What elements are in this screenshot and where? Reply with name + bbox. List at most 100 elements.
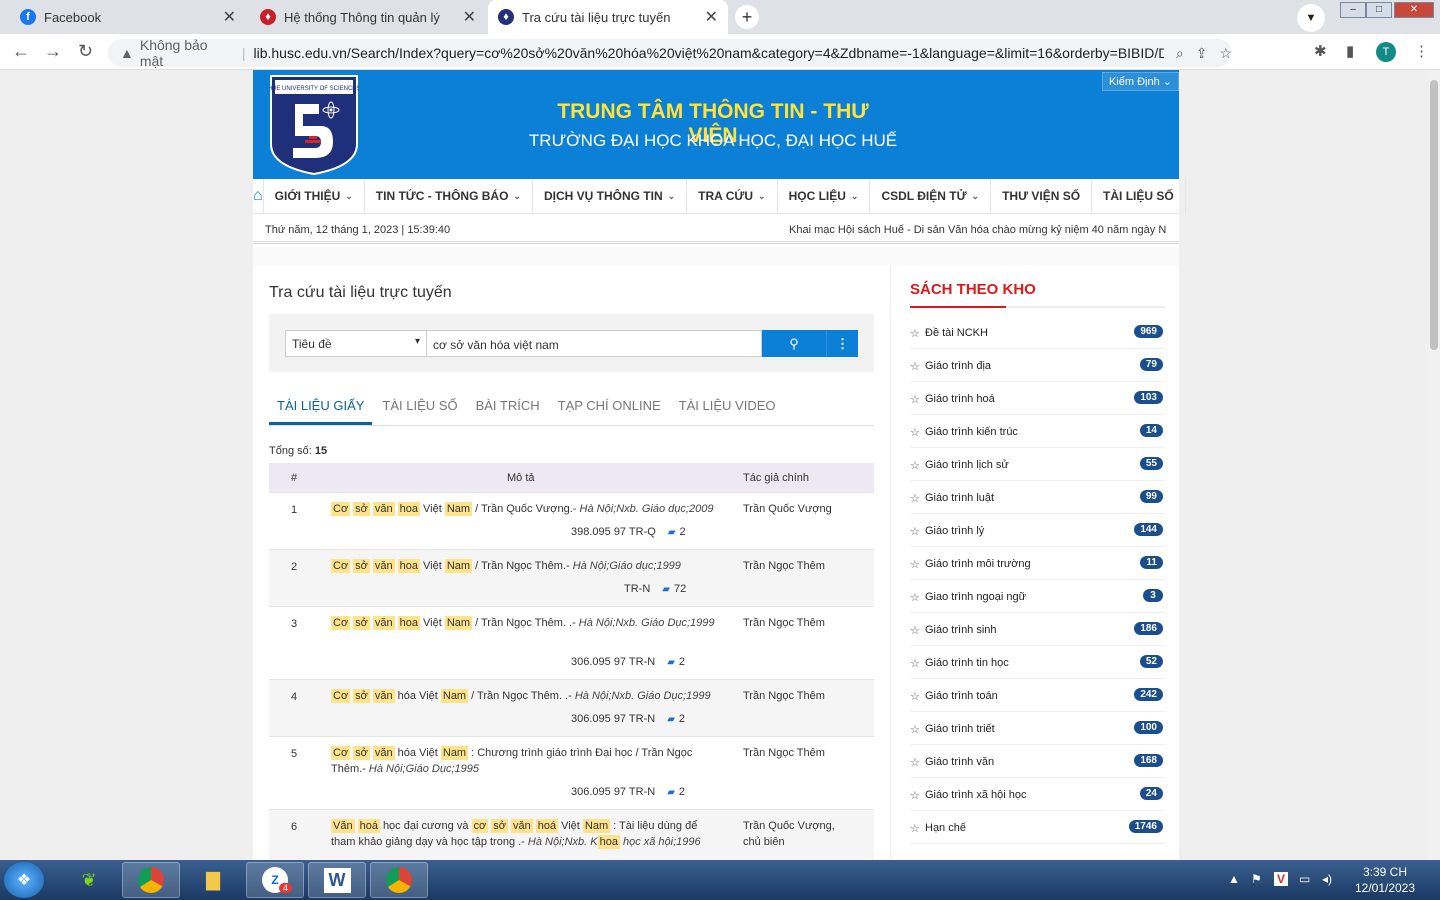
tab-bai-trich[interactable]: BÀI TRÍCH xyxy=(468,389,548,425)
sidebar-item[interactable]: ☆ Giáo trình văn 168 xyxy=(910,745,1165,778)
menu-gioi-thieu[interactable]: GIỚI THIỆU ⌄ xyxy=(262,178,364,214)
back-icon[interactable]: ← xyxy=(12,41,30,62)
bookmark-star-icon[interactable]: ☆ xyxy=(1219,45,1232,62)
row-description[interactable]: Cơ sở văn hóa Việt Nam: Chương trình giáo t… xyxy=(331,745,721,777)
title-text: / Trần Quốc Vượng.- xyxy=(475,503,577,515)
row-description[interactable]: Cơ sở văn hoa Việt Nam / Trần Ngọc Thêm. .- H… xyxy=(331,615,721,631)
flag-icon[interactable]: ⚑ xyxy=(1251,872,1262,886)
close-icon[interactable]: ✕ xyxy=(463,7,476,27)
count-badge: 14 xyxy=(1139,424,1163,437)
advanced-search-button[interactable]: ⋮ xyxy=(826,330,858,357)
table-row[interactable]: 3 Cơ sở văn hoa Việt Nam / Trần Ngọc Thêm. .-… xyxy=(269,606,874,679)
menu-thu-vien-so[interactable]: THƯ VIỆN SỐ xyxy=(990,178,1091,214)
sidebar-item[interactable]: ☆ Đề tài NCKH 969 xyxy=(910,316,1165,349)
leaf-app-icon[interactable]: ❦ xyxy=(60,862,118,898)
table-row[interactable]: 6 Văn hoá học đại cương và cơ sở văn hoá Việt … xyxy=(269,809,874,860)
zoom-icon[interactable]: ⌕ xyxy=(1176,45,1184,62)
sidebar-item[interactable]: ☆ Giao trình ngoại ngữ 3 xyxy=(910,580,1165,613)
title-text: Việt xyxy=(561,820,580,832)
sidebar-item[interactable]: ☆ Giáo trình toán 242 xyxy=(910,679,1165,712)
row-description[interactable]: Văn hoá học đại cương và cơ sở văn hoá Việt Na… xyxy=(331,818,721,850)
sidebar-item[interactable]: ☆ Giáo trình kiến trúc 14 xyxy=(910,415,1165,448)
word-icon[interactable]: W xyxy=(308,862,366,898)
sidebar-item[interactable]: ☆ Giáo trình tin học 52 xyxy=(910,646,1165,679)
sidebar-item[interactable]: ☆ Giáo trình triết 100 xyxy=(910,712,1165,745)
extensions-icon[interactable]: ✱ xyxy=(1314,42,1327,60)
menu-dich-vu[interactable]: DỊCH VỤ THÔNG TIN ⌄ xyxy=(531,178,686,214)
highlight: sở xyxy=(353,746,370,760)
sidebar-item[interactable]: ☆ Giáo trình xã hội học 24 xyxy=(910,778,1165,811)
antivirus-icon[interactable]: V xyxy=(1274,872,1289,886)
tab-tap-chi[interactable]: TẠP CHÍ ONLINE xyxy=(550,389,669,425)
security-label[interactable]: Không bảo mật xyxy=(140,37,234,69)
network-icon[interactable]: ▭ xyxy=(1299,872,1310,886)
menu-csdl[interactable]: CSDL ĐIỆN TỬ ⌄ xyxy=(869,178,990,214)
call-number: 306.095 97 TR-N xyxy=(571,656,656,668)
kiem-dinh-dropdown[interactable]: Kiểm Định ⌄ xyxy=(1101,72,1179,91)
tab-tai-lieu-so[interactable]: TÀI LIỆU SỐ xyxy=(374,389,465,425)
scrollbar-thumb[interactable] xyxy=(1430,80,1438,350)
close-icon[interactable]: ✕ xyxy=(705,7,718,27)
row-description[interactable]: Cơ sở văn hoa Việt Nam / Trần Quốc Vượng.- Hà… xyxy=(331,501,721,517)
sidebar-item[interactable]: ☆ Giáo trình lý 144 xyxy=(910,514,1165,547)
table-row[interactable]: 1 Cơ sở văn hoa Việt Nam / Trần Quốc Vượng.- … xyxy=(269,492,874,549)
tab-video[interactable]: TÀI LIỆU VIDEO xyxy=(671,389,784,425)
system-clock[interactable]: 3:39 CH 12/01/2023 xyxy=(1352,864,1418,896)
search-field-select[interactable]: Tiêu đề ▾ xyxy=(285,330,427,357)
menu-tra-cuu[interactable]: TRA CỨU ⌄ xyxy=(686,178,776,214)
svg-text:HUE UNIVERSITY OF SCIENCES: HUE UNIVERSITY OF SCIENCES xyxy=(269,86,359,92)
table-row[interactable]: 5 Cơ sở văn hóa Việt Nam: Chương trình giáo… xyxy=(269,736,874,809)
search-input[interactable]: cơ sở văn hóa việt nam xyxy=(427,330,762,357)
sidebar-item-label: Hạn chế xyxy=(925,822,966,834)
start-button[interactable]: ❖ xyxy=(4,862,44,898)
menu-hoc-lieu[interactable]: HỌC LIỆU ⌄ xyxy=(776,178,870,214)
sidebar-item[interactable]: ☆ Giáo trình luật 99 xyxy=(910,481,1165,514)
current-date: Thứ năm, 12 tháng 1, 2023 | 15:39:40 xyxy=(265,224,451,236)
close-icon[interactable]: ✕ xyxy=(223,7,236,27)
table-row[interactable]: 2 Cơ sở văn hoa Việt Nam / Trần Ngọc Thêm.- H… xyxy=(269,549,874,606)
sidebar-item-label: Đề tài NCKH xyxy=(925,327,988,339)
forward-icon[interactable]: → xyxy=(44,41,62,62)
minimize-button[interactable]: – xyxy=(1340,2,1366,18)
volume-icon[interactable]: ◂) xyxy=(1322,872,1332,886)
file-explorer-icon[interactable]: ▇ xyxy=(184,862,242,898)
address-bar[interactable]: ▲ Không bảo mật | lib.husc.edu.vn/Search… xyxy=(108,37,1232,69)
url-text[interactable]: lib.husc.edu.vn/Search/Index?query=cơ%20… xyxy=(253,45,1163,61)
row-description[interactable]: Cơ sở văn hóa Việt Nam / Trần Ngọc Thêm. .- … xyxy=(331,688,721,704)
home-icon[interactable]: ⌂ xyxy=(253,187,263,205)
menu-tin-tuc[interactable]: TIN TỨC - THÔNG BÁO ⌄ xyxy=(363,178,532,214)
new-tab-button[interactable]: + xyxy=(735,5,759,29)
sidebar-item[interactable]: ☆ Giáo trình sinh 186 xyxy=(910,613,1165,646)
close-window-button[interactable]: ✕ xyxy=(1394,2,1434,18)
tab-search-dropdown-icon[interactable]: ▼ xyxy=(1297,4,1325,32)
tab-search[interactable]: ♦ Tra cứu tài liệu trực tuyến ✕ xyxy=(488,0,728,34)
sidebar-item[interactable]: ☆ Hạn chế 1746 xyxy=(910,811,1165,844)
chrome-icon[interactable] xyxy=(122,862,180,898)
sidebar-item[interactable]: ☆ Giáo trình hoá 103 xyxy=(910,382,1165,415)
sidebar-item[interactable]: ☆ Giáo trình lịch sử 55 xyxy=(910,448,1165,481)
chrome-profile-icon[interactable] xyxy=(370,862,428,898)
menu-kebab-icon[interactable]: ⋮ xyxy=(1414,42,1429,60)
share-icon[interactable]: ⇪ xyxy=(1196,45,1208,62)
menu-tai-lieu-so[interactable]: TÀI LIỆU SỐ xyxy=(1091,178,1186,214)
table-row[interactable]: 4 Cơ sở văn hóa Việt Nam / Trần Ngọc Thêm. .… xyxy=(269,679,874,736)
sidebar-item[interactable]: ☆ Giáo trình môi trường 11 xyxy=(910,547,1165,580)
side-panel-icon[interactable]: ▮ xyxy=(1346,42,1354,60)
reload-icon[interactable]: ↻ xyxy=(78,41,93,62)
search-button[interactable]: ⚲ xyxy=(762,330,826,357)
call-info: 398.095 97 TR-Q ▰ 2 xyxy=(571,526,686,538)
zalo-icon[interactable]: Z4 xyxy=(246,862,304,898)
tab-management[interactable]: ♦ Hệ thống Thông tin quản lý ✕ xyxy=(250,0,486,34)
row-description[interactable]: Cơ sở văn hoa Việt Nam / Trần Ngọc Thêm.- Hà … xyxy=(331,558,721,574)
maximize-button[interactable]: □ xyxy=(1366,2,1392,18)
count-badge: 969 xyxy=(1134,325,1163,338)
show-hidden-icons[interactable]: ▲ xyxy=(1228,872,1240,886)
tab-tai-lieu-giay[interactable]: TÀI LIỆU GIẤY xyxy=(269,389,373,425)
highlight: Cơ xyxy=(331,502,351,516)
news-marquee[interactable]: Khai mạc Hội sách Huế - Di sản Văn hóa c… xyxy=(789,224,1167,236)
sidebar-item[interactable]: ☆ Giáo trình địa 79 xyxy=(910,349,1165,382)
warning-icon[interactable]: ▲ xyxy=(120,45,134,61)
profile-avatar[interactable]: T xyxy=(1376,42,1396,62)
tab-facebook[interactable]: f Facebook ✕ xyxy=(10,0,246,34)
page-scrollbar[interactable] xyxy=(1428,70,1440,860)
